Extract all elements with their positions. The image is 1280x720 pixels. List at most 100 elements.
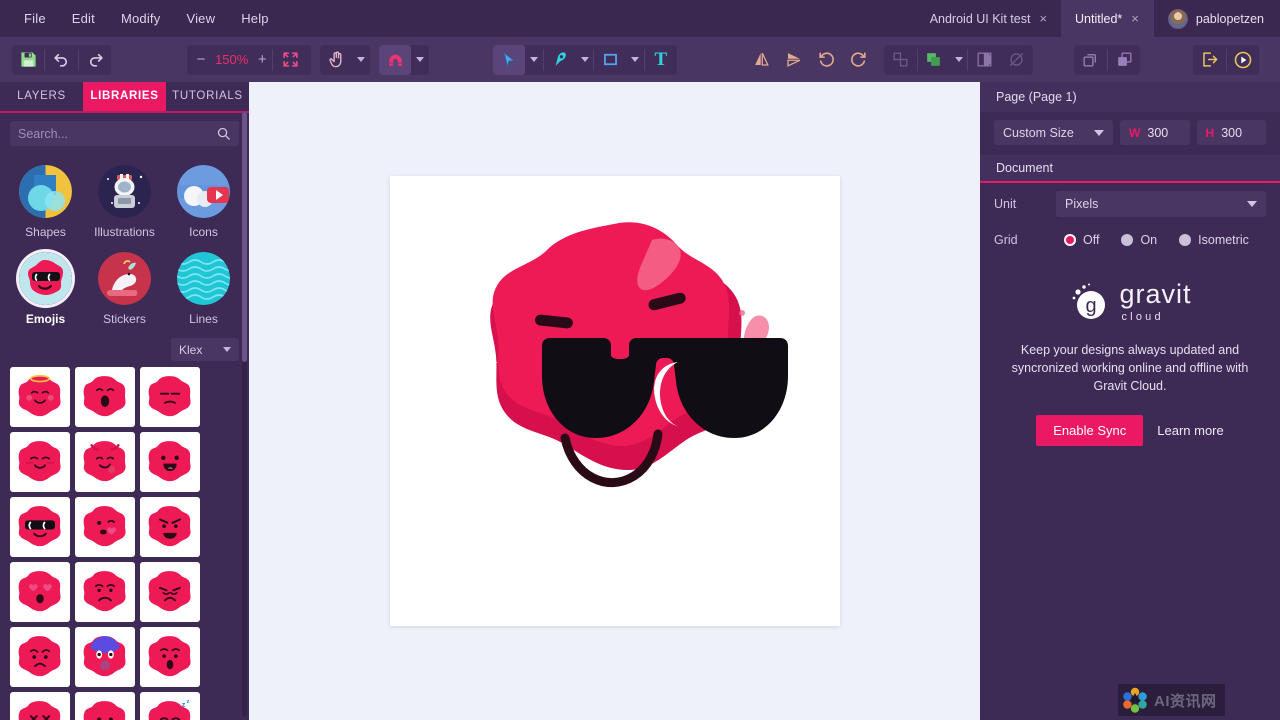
rotate-left-button[interactable] <box>810 45 842 75</box>
tab-tutorials[interactable]: TUTORIALS <box>166 82 249 111</box>
page-height-field[interactable]: H 300 <box>1196 120 1267 145</box>
menu-file[interactable]: File <box>14 7 56 30</box>
category-icons[interactable]: Icons <box>164 156 243 243</box>
search-box[interactable] <box>10 121 239 146</box>
drawing-tools-group: T <box>492 44 678 75</box>
scrollbar-thumb[interactable] <box>242 112 247 362</box>
transform-button[interactable] <box>884 45 916 75</box>
undo-button[interactable] <box>45 45 77 75</box>
grid-option-isometric[interactable]: Isometric <box>1179 233 1249 247</box>
pen-tool-dropdown[interactable] <box>576 45 593 75</box>
menu-view[interactable]: View <box>176 7 225 30</box>
emoji-cell-dizzy-x-eyes[interactable] <box>10 692 70 720</box>
chevron-down-icon <box>223 347 231 352</box>
menu-edit[interactable]: Edit <box>62 7 105 30</box>
emoji-grid-scroll[interactable]: zz <box>0 367 249 720</box>
emoji-cell-grin-open[interactable] <box>140 432 200 492</box>
rotate-right-button[interactable] <box>843 45 875 75</box>
emoji-cell-devil-tongue[interactable] <box>75 432 135 492</box>
tab-libraries[interactable]: LIBRARIES <box>83 82 166 111</box>
emoji-cell-halo-smile[interactable] <box>10 367 70 427</box>
emoji-set-dropdown[interactable]: Klex <box>171 338 239 361</box>
rectangle-tool-button[interactable] <box>594 45 626 75</box>
save-button[interactable] <box>12 45 44 75</box>
sunglasses-cool-emoji-artwork[interactable] <box>390 176 840 626</box>
search-input[interactable] <box>18 126 210 141</box>
flip-vertical-button[interactable] <box>778 45 810 75</box>
fit-to-screen-button[interactable] <box>273 45 307 75</box>
rectangle-tool-dropdown[interactable] <box>627 45 644 75</box>
emoji-cell-heart-eyes[interactable] <box>10 562 70 622</box>
watermark-flower-icon <box>1123 687 1147 713</box>
text-tool-button[interactable]: T <box>645 45 677 75</box>
zoom-level-value[interactable]: 150% <box>211 52 252 67</box>
emoji-cell-angry-shout[interactable] <box>140 497 200 557</box>
flip-horizontal-button[interactable] <box>745 45 777 75</box>
lines-thumbnail <box>177 252 230 305</box>
boolean-union-button[interactable] <box>917 45 949 75</box>
rotate-left-icon <box>819 52 834 67</box>
learn-more-link[interactable]: Learn more <box>1157 423 1223 438</box>
snap-magnet-icon <box>388 54 402 66</box>
document-tab-android-ui-kit-test[interactable]: Android UI Kit test × <box>916 0 1061 37</box>
hand-tool-dropdown[interactable] <box>353 45 370 75</box>
grid-option-off[interactable]: Off <box>1064 233 1099 247</box>
emoji-cell-crying-sad[interactable] <box>75 562 135 622</box>
stickers-thumbnail <box>98 252 151 305</box>
rectangle-tool-icon <box>603 53 617 66</box>
left-panel-scrollbar[interactable] <box>242 112 247 717</box>
zoom-in-button[interactable]: + <box>252 51 272 68</box>
select-tool-button[interactable] <box>492 44 526 75</box>
document-tab-untitled[interactable]: Untitled* × <box>1061 0 1153 37</box>
page-size-preset-dropdown[interactable]: Custom Size <box>994 120 1114 145</box>
select-arrow-icon <box>504 51 515 67</box>
emoji-cell-worried-frown[interactable] <box>10 627 70 687</box>
tab-layers[interactable]: LAYERS <box>0 82 83 111</box>
page-size-preset-value: Custom Size <box>1003 125 1074 140</box>
mask-button[interactable] <box>968 45 1000 75</box>
emoji-cell-tearful-sad[interactable] <box>75 692 135 720</box>
user-account[interactable]: pablopetzen <box>1152 0 1280 37</box>
snap-tool-dropdown[interactable] <box>411 45 428 75</box>
canvas-area[interactable] <box>249 82 980 720</box>
pen-tool-button[interactable] <box>544 45 576 75</box>
snap-magnet-button[interactable] <box>378 44 412 75</box>
duplicate-button[interactable] <box>1074 45 1106 75</box>
close-icon[interactable]: × <box>1039 12 1047 25</box>
emoji-cell-shocked-open-mouth[interactable] <box>75 367 135 427</box>
slice-button[interactable] <box>1001 45 1033 75</box>
emoji-cell-surprised-gasp[interactable] <box>140 627 200 687</box>
select-tool-dropdown[interactable] <box>525 45 542 75</box>
category-label: Shapes <box>25 225 66 239</box>
category-shapes[interactable]: Shapes <box>6 156 85 243</box>
emoji-cell-squint-frown[interactable] <box>140 562 200 622</box>
category-lines[interactable]: Lines <box>164 243 243 330</box>
emoji-cell-blush-smile[interactable] <box>10 432 70 492</box>
close-icon[interactable]: × <box>1131 12 1139 25</box>
grid-option-label: Isometric <box>1198 233 1249 247</box>
grid-option-on[interactable]: On <box>1121 233 1157 247</box>
emoji-cell-unamused-flat[interactable] <box>140 367 200 427</box>
enable-sync-button[interactable]: Enable Sync <box>1036 415 1144 447</box>
clone-button[interactable] <box>1108 45 1140 75</box>
category-label: Emojis <box>25 312 66 326</box>
emoji-cell-sunglasses-cool[interactable] <box>10 497 70 557</box>
emoji-cell-sleeping-zzz[interactable]: zz <box>140 692 200 720</box>
category-illustrations[interactable]: Illustrations <box>85 156 164 243</box>
category-emojis[interactable]: Emojis <box>6 243 85 330</box>
menu-modify[interactable]: Modify <box>111 7 171 30</box>
unit-dropdown[interactable]: Pixels <box>1056 191 1266 217</box>
export-button[interactable] <box>1193 45 1225 75</box>
zoom-out-button[interactable]: − <box>191 51 211 68</box>
document-section-title: Document <box>980 155 1280 183</box>
artboard[interactable] <box>390 176 840 626</box>
boolean-dropdown[interactable] <box>950 45 967 75</box>
emoji-cell-kiss-heart[interactable] <box>75 497 135 557</box>
emoji-cell-scream-blue[interactable] <box>75 627 135 687</box>
category-stickers[interactable]: Stickers <box>85 243 164 330</box>
redo-button[interactable] <box>79 45 111 75</box>
preview-button[interactable] <box>1227 45 1259 75</box>
page-width-field[interactable]: W 300 <box>1120 120 1190 145</box>
hand-tool-button[interactable] <box>320 45 352 75</box>
menu-help[interactable]: Help <box>231 7 279 30</box>
